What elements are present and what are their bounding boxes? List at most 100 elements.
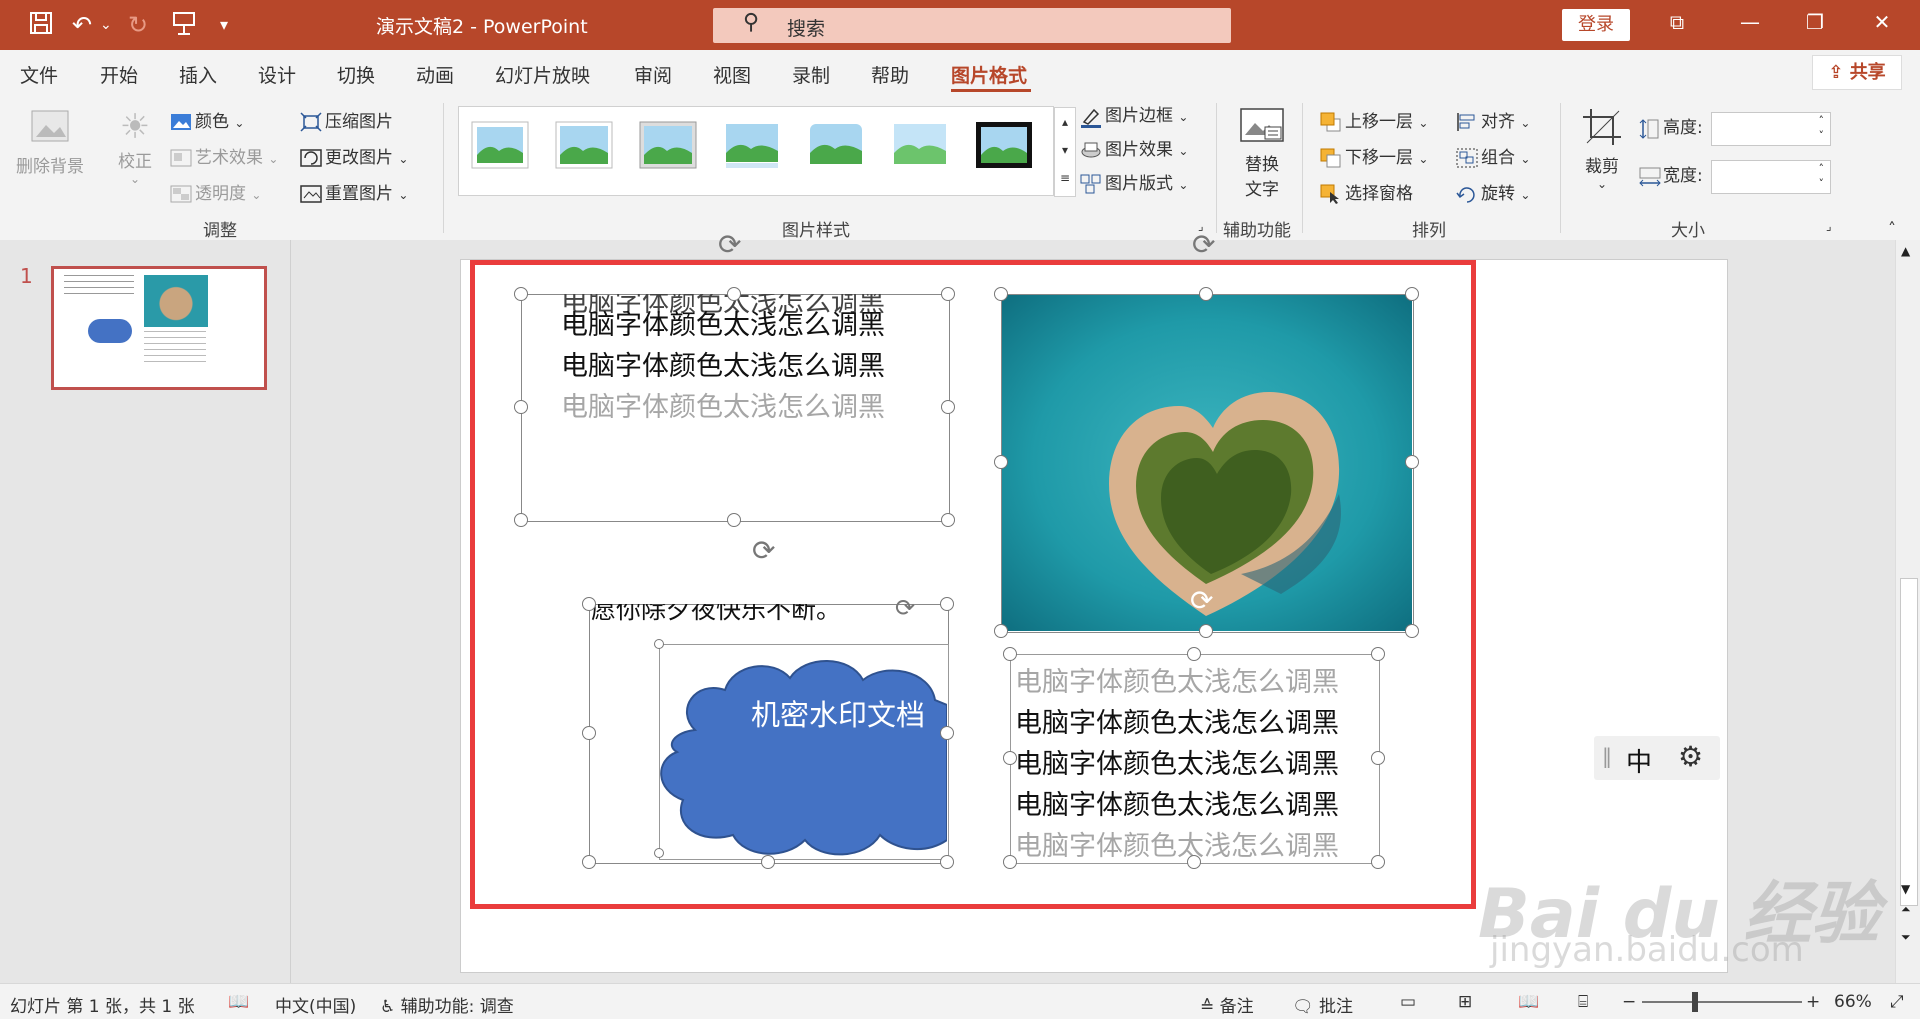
previous-slide-icon[interactable]: ⏶ [1901,902,1911,917]
fit-slide-icon[interactable]: ⤢ [1890,992,1904,1012]
tab-slideshow[interactable]: 幻灯片放映 [495,61,590,88]
close-icon[interactable]: ✕ [1862,10,1902,34]
change-picture-label: 更改图片 [325,148,393,168]
change-picture-button[interactable]: 更改图片 ⌄ [300,143,408,168]
status-bar: 幻灯片 第 1 张，共 1 张 📖 中文(中国) ♿ 辅助功能: 调查 ≙ 备注… [0,983,1920,1019]
picture-style-6[interactable] [891,121,949,169]
zoom-slider[interactable] [1642,1001,1802,1003]
corrections-icon: ☀ [119,107,151,147]
height-label: 高度: [1663,118,1703,138]
width-input[interactable]: ˄ ˅ [1711,160,1831,194]
gear-icon[interactable]: ⚙ [1678,740,1703,773]
restore-icon[interactable]: ❐ [1795,10,1835,34]
gallery-up-icon[interactable]: ▴ [1055,108,1075,136]
picture-style-5[interactable] [807,121,865,169]
group-button[interactable]: 组合 ⌄ [1456,143,1530,168]
width-spinner-icon[interactable]: ˄ ˅ [1819,161,1825,191]
color-button[interactable]: 颜色 ⌄ [170,107,244,132]
language-indicator[interactable]: 中文(中国) [275,992,356,1017]
tab-file[interactable]: 文件 [20,61,58,88]
present-icon[interactable] [172,10,196,43]
tab-home[interactable]: 开始 [100,61,138,88]
title-bar: ↶ ⌄ ↻ ▾ 演示文稿2 - PowerPoint ⚲ 搜索 登录 ⧉ — ❐… [0,0,1920,50]
tab-record[interactable]: 录制 [792,61,830,88]
crop-button[interactable]: 裁剪 ⌄ [1578,107,1626,191]
alt-text-label-1: 替换 [1245,155,1279,175]
login-button[interactable]: 登录 [1562,9,1630,41]
tab-review[interactable]: 审阅 [634,61,672,88]
selection-pane-button[interactable]: 选择窗格 [1320,179,1413,204]
notes-button[interactable]: ≙ 备注 [1200,992,1254,1017]
picture-effects-button[interactable]: 图片效果 ⌄ [1080,135,1188,160]
comments-button[interactable]: 🗨 批注 [1292,992,1353,1017]
ime-mode-toggle[interactable]: 中 [1626,742,1652,779]
scroll-up-icon[interactable]: ▲ [1901,244,1910,258]
save-icon[interactable] [28,10,54,43]
vertical-scrollbar[interactable]: ▲ ▼ ⏶ ⏷ [1895,240,1920,983]
rotate-button[interactable]: 旋转 ⌄ [1456,179,1530,204]
tab-design[interactable]: 设计 [258,61,296,88]
collapse-ribbon-icon[interactable]: ˄ [1888,219,1896,238]
picture-style-4[interactable] [723,121,781,169]
picture-layout-button[interactable]: 图片版式 ⌄ [1080,169,1188,194]
normal-view-icon[interactable]: ▭ [1400,992,1416,1012]
search-input[interactable]: ⚲ 搜索 [713,8,1231,43]
accessibility-status[interactable]: ♿ 辅助功能: 调查 [380,992,514,1017]
slideshow-view-icon[interactable]: ⌸ [1578,992,1588,1012]
ribbon-tabs: 文件 开始 插入 设计 切换 动画 幻灯片放映 审阅 视图 录制 帮助 图片格式… [0,50,1920,95]
size-dialog-launcher-icon[interactable]: ⌟ [1826,219,1832,233]
transparency-button: 透明度 ⌄ [170,179,261,204]
share-button[interactable]: ⇪ 共享 [1812,55,1902,90]
picture-style-3[interactable] [639,121,697,169]
redo-icon[interactable]: ↻ [128,10,148,40]
tab-view[interactable]: 视图 [713,61,751,88]
gallery-scroll[interactable]: ▴ ▾ ≡ [1054,107,1076,197]
bring-forward-button[interactable]: 上移一层 ⌄ [1320,107,1428,132]
customize-icon[interactable]: ▾ [220,10,228,40]
gallery-more-icon[interactable]: ≡ [1055,164,1075,192]
spellcheck-icon[interactable]: 📖 [228,992,249,1012]
zoom-level[interactable]: 66% [1834,992,1872,1012]
crop-icon [1578,107,1626,152]
slide-number: 1 [20,264,33,288]
gallery-down-icon[interactable]: ▾ [1055,136,1075,164]
height-input[interactable]: ˄ ˅ [1711,112,1831,146]
minimize-icon[interactable]: — [1730,10,1770,34]
align-button[interactable]: 对齐 ⌄ [1456,107,1530,132]
group-label: 组合 [1481,148,1515,168]
picture-border-button[interactable]: 图片边框 ⌄ [1080,101,1188,128]
alt-text-icon [1232,107,1292,150]
picture-style-2[interactable] [555,121,613,169]
ribbon-display-icon[interactable]: ⧉ [1657,10,1697,34]
slide-sorter-icon[interactable]: ⊞ [1458,992,1472,1012]
reading-view-icon[interactable]: 📖 [1518,992,1539,1012]
tab-help[interactable]: 帮助 [871,61,909,88]
height-icon [1638,118,1660,139]
picture-style-1[interactable] [471,121,529,169]
alt-text-button[interactable]: 替换 文字 [1232,107,1292,200]
tab-picture-format[interactable]: 图片格式 [951,61,1027,88]
zoom-in-icon[interactable]: + [1806,992,1820,1012]
slide-thumbnail[interactable] [51,266,267,390]
picture-style-7[interactable] [975,121,1033,169]
tab-insert[interactable]: 插入 [179,61,217,88]
tab-transitions[interactable]: 切换 [337,61,375,88]
group-separator [443,103,444,233]
send-backward-button[interactable]: 下移一层 ⌄ [1320,143,1428,168]
rotate-handle-icon[interactable]: ⟳ [718,228,741,261]
reset-picture-button[interactable]: 重置图片 ⌄ [300,179,408,204]
crop-label: 裁剪 [1585,157,1619,177]
ime-grip-icon[interactable]: ‖ [1602,744,1612,768]
scroll-down-icon[interactable]: ▼ [1901,882,1910,896]
next-slide-icon[interactable]: ⏷ [1901,930,1911,945]
undo-icon[interactable]: ↶ [72,10,92,40]
height-spinner-icon[interactable]: ˄ ˅ [1819,113,1825,143]
tab-animations[interactable]: 动画 [416,61,454,88]
picture-layout-icon [1080,174,1102,194]
zoom-out-icon[interactable]: − [1622,992,1636,1012]
rotate-handle-icon[interactable]: ⟳ [1192,228,1215,261]
scroll-thumb[interactable] [1900,578,1918,906]
compress-pictures-button[interactable]: 压缩图片 [300,107,393,132]
undo-dropdown-icon[interactable]: ⌄ [100,10,112,40]
zoom-slider-thumb[interactable] [1692,992,1698,1012]
